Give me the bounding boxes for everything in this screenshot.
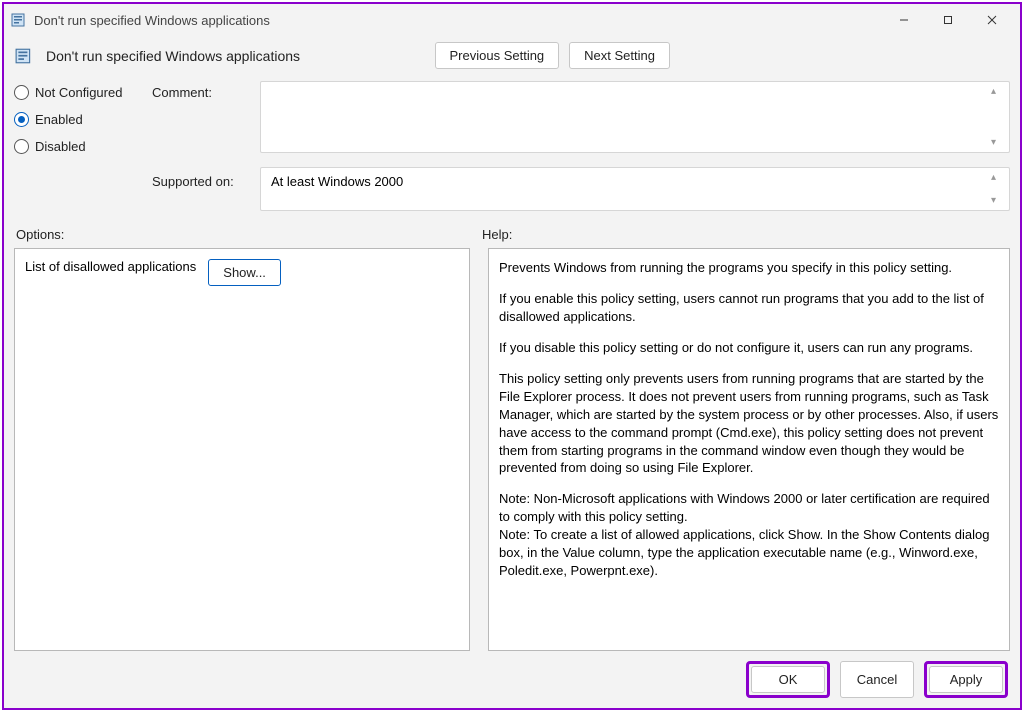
- help-paragraph: Note: To create a list of allowed applic…: [499, 526, 999, 580]
- next-setting-button[interactable]: Next Setting: [569, 42, 670, 69]
- highlight-ok: OK: [746, 661, 830, 698]
- help-paragraph: If you disable this policy setting or do…: [499, 339, 999, 357]
- minimize-button[interactable]: [882, 5, 926, 35]
- supported-on-text: At least Windows 2000: [271, 174, 403, 189]
- options-panel: List of disallowed applications Show...: [14, 248, 470, 651]
- show-button[interactable]: Show...: [208, 259, 281, 286]
- help-paragraph: Prevents Windows from running the progra…: [499, 259, 999, 277]
- radio-label: Disabled: [35, 139, 86, 154]
- policy-icon: [10, 11, 28, 29]
- policy-title: Don't run specified Windows applications: [46, 48, 300, 64]
- help-panel: Prevents Windows from running the progra…: [488, 248, 1010, 651]
- supported-on-label: Supported on:: [152, 174, 246, 189]
- maximize-button[interactable]: [926, 5, 970, 35]
- radio-label: Not Configured: [35, 85, 122, 100]
- help-paragraph: Note: Non-Microsoft applications with Wi…: [499, 490, 999, 526]
- previous-setting-button[interactable]: Previous Setting: [435, 42, 560, 69]
- radio-not-configured[interactable]: Not Configured: [14, 85, 138, 100]
- radio-label: Enabled: [35, 112, 83, 127]
- comment-label: Comment:: [152, 85, 246, 100]
- scroll-down-icon[interactable]: ▾: [991, 195, 1005, 206]
- dialog-footer: OK Cancel Apply: [4, 651, 1020, 708]
- header-row: Don't run specified Windows applications…: [4, 36, 1020, 77]
- scroll-up-icon[interactable]: ▴: [991, 172, 1005, 183]
- options-label: Options:: [16, 227, 482, 242]
- scroll-down-icon[interactable]: ▾: [991, 137, 1005, 148]
- titlebar: Don't run specified Windows applications: [4, 4, 1020, 36]
- cancel-button[interactable]: Cancel: [840, 661, 914, 698]
- help-paragraph: This policy setting only prevents users …: [499, 370, 999, 478]
- supported-on-box: At least Windows 2000 ▴ ▾: [260, 167, 1010, 211]
- radio-enabled[interactable]: Enabled: [14, 112, 138, 127]
- window-title: Don't run specified Windows applications: [34, 13, 882, 28]
- help-paragraph: If you enable this policy setting, users…: [499, 290, 999, 326]
- policy-dialog: Don't run specified Windows applications…: [2, 2, 1022, 710]
- ok-button[interactable]: OK: [751, 666, 825, 693]
- highlight-apply: Apply: [924, 661, 1008, 698]
- radio-disabled[interactable]: Disabled: [14, 139, 138, 154]
- disallowed-list-label: List of disallowed applications: [25, 259, 196, 274]
- comment-textarea[interactable]: ▴▾: [260, 81, 1010, 153]
- help-label: Help:: [482, 227, 512, 242]
- apply-button[interactable]: Apply: [929, 666, 1003, 693]
- close-button[interactable]: [970, 5, 1014, 35]
- scroll-up-icon[interactable]: ▴: [991, 86, 1005, 97]
- policy-icon: [14, 46, 34, 66]
